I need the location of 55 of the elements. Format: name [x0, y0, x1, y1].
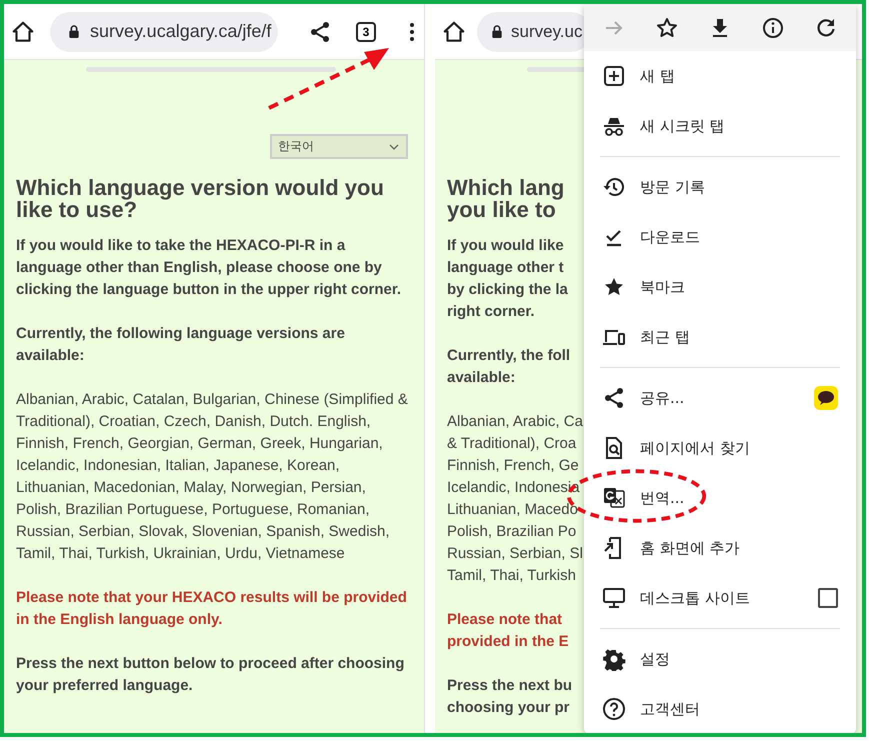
paragraph-line: Polish, Brazilian Po	[447, 522, 576, 542]
menu-item[interactable]: 새 시크릿 탭	[584, 101, 838, 151]
heading-line: Which lang	[447, 177, 564, 199]
paragraph-line: If you would like	[447, 236, 564, 256]
paragraph-line: Finnish, French, Ge	[447, 456, 579, 476]
monitor-icon	[602, 586, 626, 610]
paragraph-line: Russian, Serbian, Sl	[447, 544, 583, 564]
menu-item[interactable]: 고객센터	[584, 684, 838, 733]
menu-item[interactable]: 새 탭	[584, 51, 838, 101]
paragraph-line: Please note that	[447, 610, 562, 630]
menu-item[interactable]: 설정	[584, 634, 838, 684]
menu-item[interactable]: 최근 탭	[584, 312, 838, 362]
tab-count-button[interactable]: 3	[356, 22, 376, 42]
share-icon	[602, 386, 626, 410]
translate-icon	[602, 486, 626, 510]
language-dropdown[interactable]: 한국어	[270, 134, 408, 159]
paragraph-line: Tamil, Thai, Turkish	[447, 566, 576, 586]
address-bar[interactable]: survey.ucalgary.ca/jfe/f	[50, 12, 278, 52]
history-icon	[602, 175, 626, 199]
home-icon[interactable]	[10, 18, 36, 44]
settings-icon	[602, 647, 626, 671]
menu-item[interactable]: 다운로드	[584, 212, 838, 262]
menu-item[interactable]: 북마크	[584, 262, 838, 312]
star-icon	[655, 16, 680, 40]
checkbox[interactable]	[818, 588, 838, 608]
menu-item[interactable]: 번역...	[584, 473, 838, 523]
heading-line: you like to	[447, 199, 556, 221]
paragraph-line: choosing your pr	[447, 698, 570, 718]
page-heading: Which language version would you like to use?	[16, 177, 385, 221]
paragraph: If you would like to take the HEXACO-PI-R in a language other than English, please choose one by clicking the language button in the upper right corner.	[16, 236, 402, 300]
paragraph-line: right corner.	[447, 302, 535, 322]
paragraph-line: language other t	[447, 258, 564, 278]
chat-app-icon[interactable]	[814, 386, 838, 410]
paragraph-line: Albanian, Arabic, Ca	[447, 412, 583, 432]
paragraph-line: & Traditional), Croa	[447, 434, 576, 454]
menu-item[interactable]: 방문 기록	[584, 162, 838, 212]
plus-square-icon	[602, 64, 626, 88]
home-icon[interactable]	[441, 18, 467, 44]
paragraph-line: Press the next bu	[447, 676, 572, 696]
share-icon[interactable]	[308, 20, 332, 44]
paragraph-line: Lithuanian, Macedo	[447, 500, 578, 520]
paragraph-line: provided in the E	[447, 632, 569, 652]
paragraph: Currently, the following language versions are available:	[16, 324, 346, 366]
paragraph: Please note that your HEXACO results will be provided in the English language only.	[16, 588, 408, 630]
paragraph-line: available:	[447, 368, 516, 388]
help-icon	[602, 697, 626, 721]
paragraph-line: Currently, the foll	[447, 346, 570, 366]
menu-item[interactable]: 데스크톱 사이트	[584, 573, 818, 623]
paragraph: Press the next button below to proceed after choosing your preferred language.	[16, 654, 406, 696]
paragraph-line: by clicking the la	[447, 280, 568, 300]
info-icon	[760, 16, 785, 40]
menu-item[interactable]: 공유...	[584, 373, 814, 423]
menu-item[interactable]: 페이지에서 찾기	[584, 423, 838, 473]
paragraph: Albanian, Arabic, Catalan, Bulgarian, Chinese (Simplified & Traditional), Croatian, Czech, Danish, Dutch. English, Finnish, French, Georgian, German, Greek, Hungarian, Icelandic, Indonesian, Italian, Japanese, Korean, Lithuanian, Macedonian, Malay, Norwegian, Persian, Polish, Brazilian Portuguese, Portuguese, Romanian, Russian, Serbian, Slovak, Slovenian, Spanish, Swedish, Tamil, Thai, Turkish, Ukrainian, Urdu, Vietnamese	[16, 390, 408, 564]
menu-item[interactable]: 홈 화면에 추가	[584, 523, 838, 573]
